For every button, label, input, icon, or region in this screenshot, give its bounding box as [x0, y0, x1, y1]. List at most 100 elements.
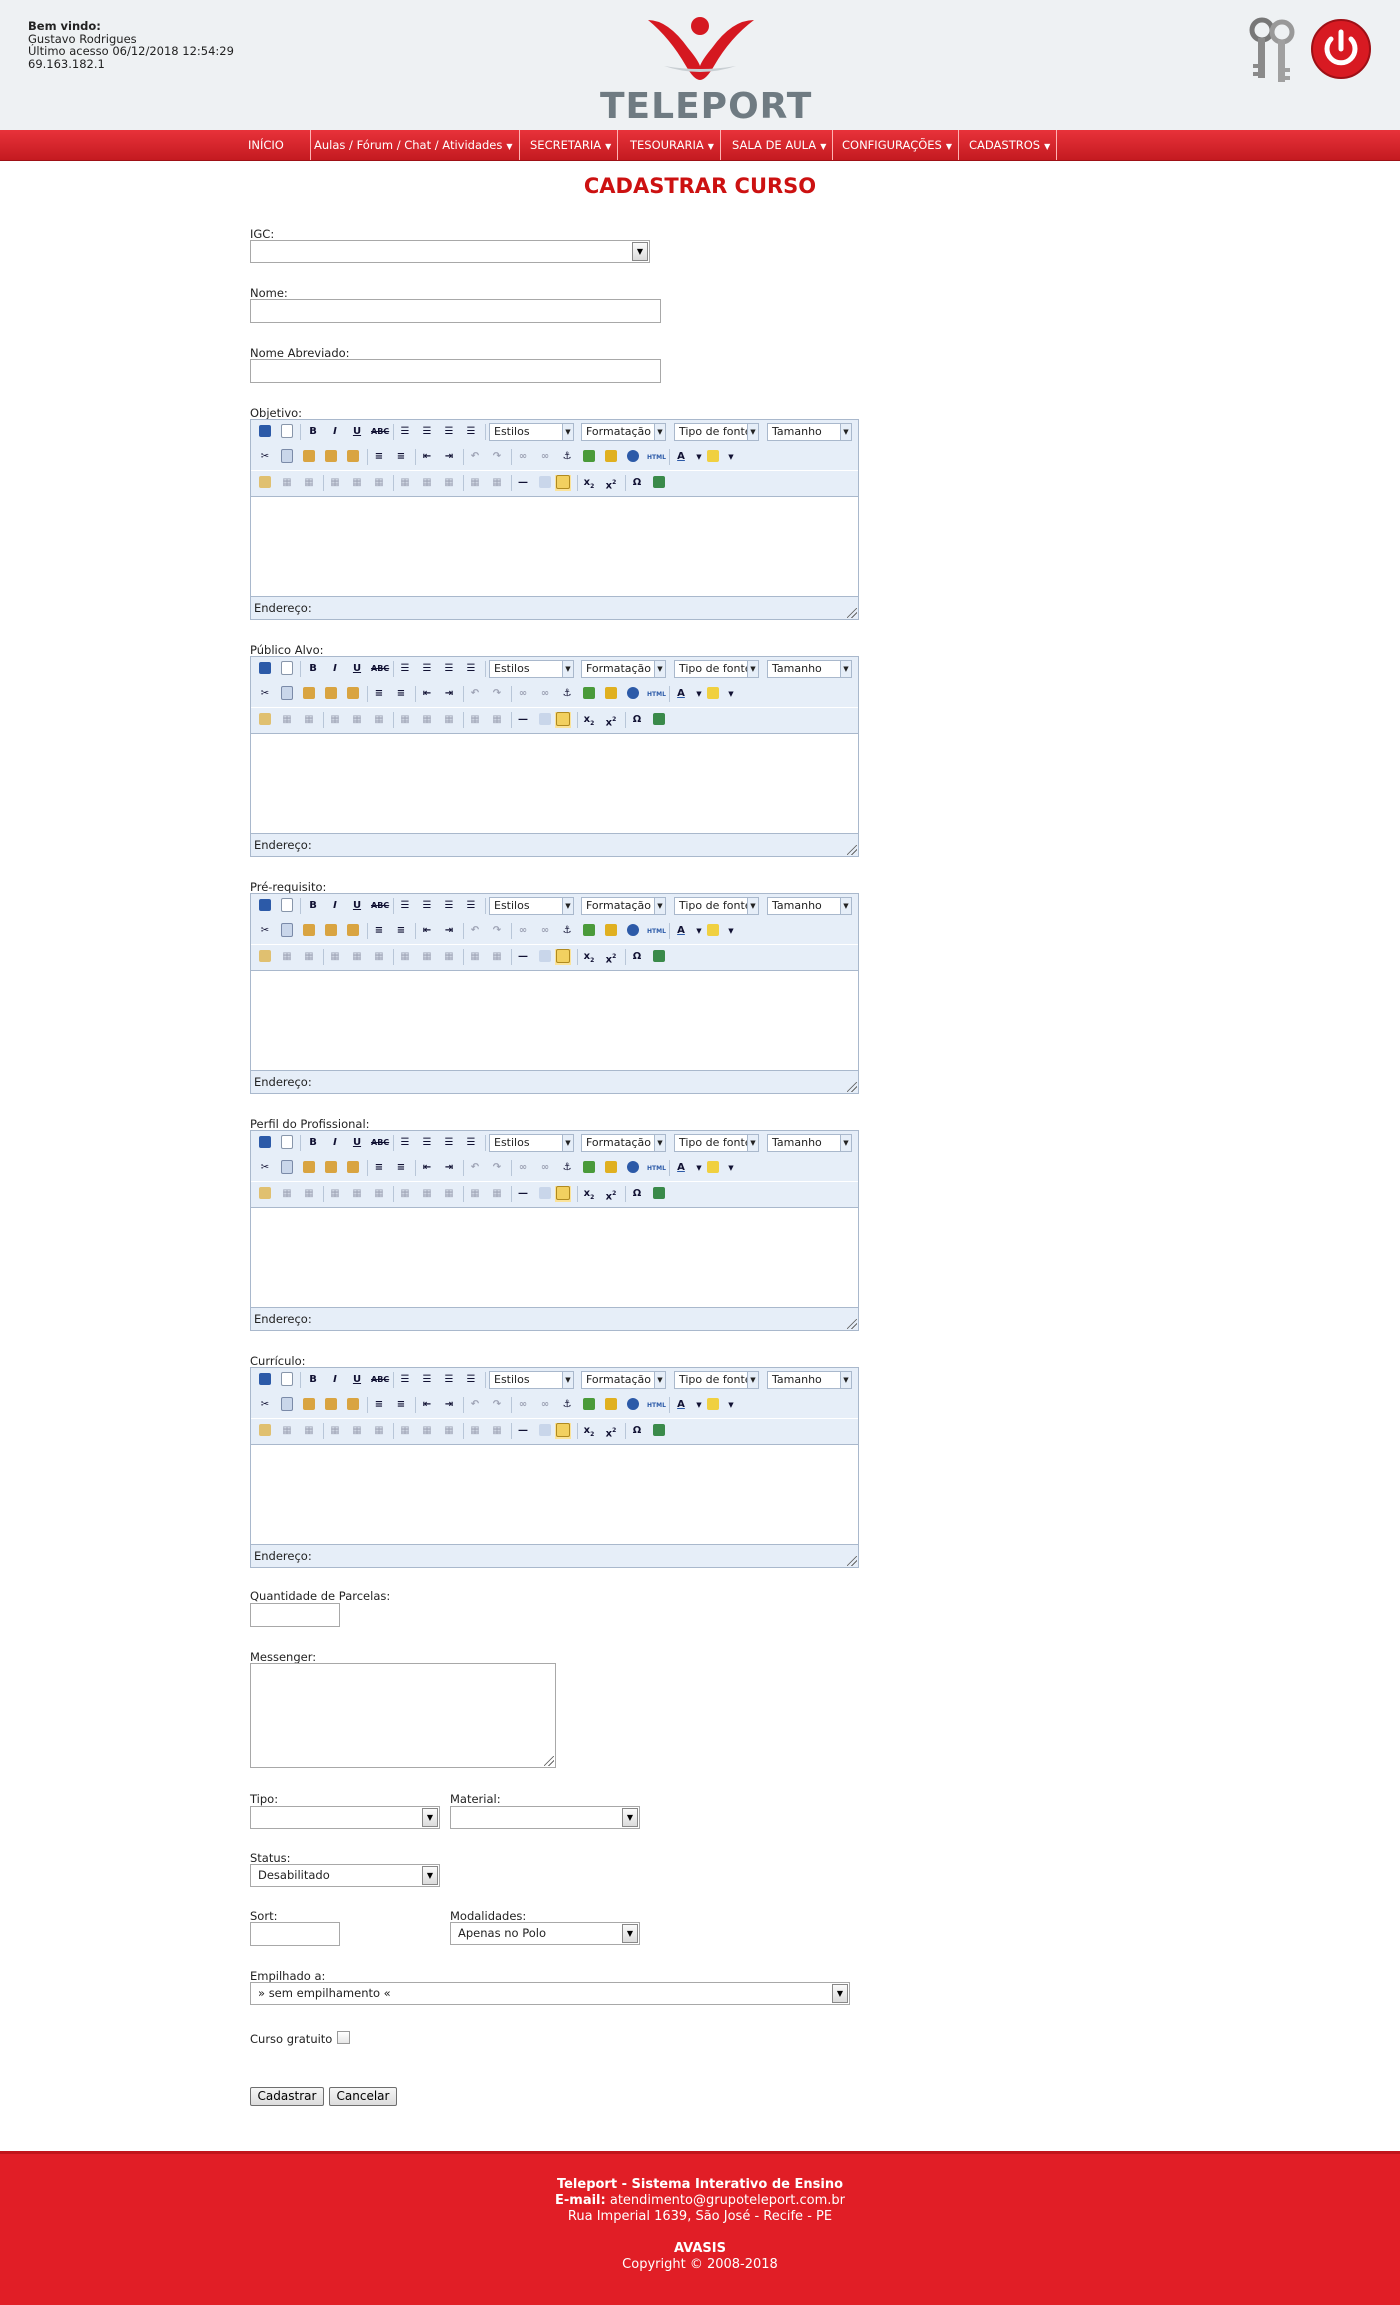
resize-grip-icon[interactable]: [847, 1319, 857, 1329]
save-icon[interactable]: [257, 1135, 273, 1151]
italic-icon[interactable]: I: [327, 661, 343, 677]
editor-content-area[interactable]: [251, 734, 858, 833]
nav-item-cadastros[interactable]: CADASTROS ▼: [963, 130, 1058, 160]
row-props-icon[interactable]: ▦: [371, 475, 387, 491]
underline-icon[interactable]: U: [349, 1135, 365, 1151]
merge-cells-icon[interactable]: ▦: [419, 475, 435, 491]
tamanho-select[interactable]: Tamanho ▼: [767, 1134, 852, 1152]
cadastrar-button[interactable]: Cadastrar: [250, 2087, 324, 2106]
tipo-select[interactable]: ▼: [250, 1806, 440, 1829]
redo-icon[interactable]: ↷: [489, 686, 505, 702]
align-center-icon[interactable]: ☰: [419, 1135, 435, 1151]
special-char-icon[interactable]: Ω: [629, 1423, 645, 1439]
row-props-icon[interactable]: ▦: [371, 1186, 387, 1202]
help-icon[interactable]: [625, 686, 641, 702]
paste-icon[interactable]: [301, 686, 317, 702]
subscript-icon[interactable]: x2: [581, 1186, 597, 1202]
horizontal-rule-icon[interactable]: —: [515, 949, 531, 965]
highlight-color-icon[interactable]: [705, 1160, 721, 1176]
insert-row-icon[interactable]: ▦: [279, 712, 295, 728]
remove-format-icon[interactable]: [537, 1423, 553, 1439]
save-icon[interactable]: [257, 898, 273, 914]
special-char-icon[interactable]: Ω: [629, 712, 645, 728]
table-icon[interactable]: [555, 475, 571, 491]
table-props-icon[interactable]: ▦: [327, 1423, 343, 1439]
editor-content-area[interactable]: [251, 971, 858, 1070]
anchor-icon[interactable]: ⚓: [559, 923, 575, 939]
empilhado-select[interactable]: » sem empilhamento « ▼: [250, 1982, 850, 2005]
editor-content-area[interactable]: [251, 1208, 858, 1307]
align-center-icon[interactable]: ☰: [419, 898, 435, 914]
delete-table-icon[interactable]: ▦: [489, 1423, 505, 1439]
copy-icon[interactable]: [279, 1160, 295, 1176]
redo-icon[interactable]: ↷: [489, 1160, 505, 1176]
insert-row-icon[interactable]: ▦: [279, 949, 295, 965]
superscript-icon[interactable]: x2: [603, 1186, 619, 1202]
cell-props-icon[interactable]: ▦: [349, 949, 365, 965]
resize-grip-icon[interactable]: [847, 1556, 857, 1566]
edit-css-icon[interactable]: [257, 475, 273, 491]
align-right-icon[interactable]: ☰: [441, 1372, 457, 1388]
edit-css-icon[interactable]: [257, 1186, 273, 1202]
html-source-icon[interactable]: HTML: [647, 1160, 666, 1176]
visual-aid-icon[interactable]: ▦: [467, 1186, 483, 1202]
logout-power-icon[interactable]: [1310, 18, 1372, 80]
formatacao-select[interactable]: Formatação ▼: [581, 423, 666, 441]
anchor-icon[interactable]: ⚓: [559, 449, 575, 465]
paste-word-icon[interactable]: [345, 923, 361, 939]
cleanup-icon[interactable]: [603, 1397, 619, 1413]
strikethrough-icon[interactable]: ABC: [371, 661, 389, 677]
tamanho-select[interactable]: Tamanho ▼: [767, 897, 852, 915]
paste-text-icon[interactable]: [323, 686, 339, 702]
edit-css-icon[interactable]: [257, 712, 273, 728]
highlight-color-icon[interactable]: [705, 686, 721, 702]
align-left-icon[interactable]: ☰: [397, 898, 413, 914]
resize-grip-icon[interactable]: [847, 1082, 857, 1092]
remove-format-icon[interactable]: [537, 949, 553, 965]
italic-icon[interactable]: I: [327, 424, 343, 440]
outdent-icon[interactable]: ⇤: [419, 449, 435, 465]
media-icon[interactable]: [651, 1186, 667, 1202]
formatacao-select[interactable]: Formatação ▼: [581, 897, 666, 915]
cell-props-icon[interactable]: ▦: [349, 1186, 365, 1202]
outdent-icon[interactable]: ⇤: [419, 923, 435, 939]
underline-icon[interactable]: U: [349, 661, 365, 677]
resize-grip-icon[interactable]: [847, 608, 857, 618]
superscript-icon[interactable]: x2: [603, 712, 619, 728]
align-right-icon[interactable]: ☰: [441, 898, 457, 914]
indent-icon[interactable]: ⇥: [441, 449, 457, 465]
redo-icon[interactable]: ↷: [489, 449, 505, 465]
strikethrough-icon[interactable]: ABC: [371, 1372, 389, 1388]
align-justify-icon[interactable]: ☰: [463, 898, 479, 914]
outdent-icon[interactable]: ⇤: [419, 686, 435, 702]
estilos-select[interactable]: Estilos ▼: [489, 1371, 574, 1389]
subscript-icon[interactable]: x2: [581, 712, 597, 728]
cell-props-icon[interactable]: ▦: [349, 475, 365, 491]
cell-props-icon[interactable]: ▦: [349, 1423, 365, 1439]
remove-format-icon[interactable]: [537, 712, 553, 728]
keys-icon[interactable]: [1244, 16, 1300, 86]
split-cells-icon[interactable]: ▦: [397, 475, 413, 491]
editor-content-area[interactable]: [251, 1445, 858, 1544]
subscript-icon[interactable]: x2: [581, 475, 597, 491]
unlink-icon[interactable]: ∞: [537, 923, 553, 939]
align-left-icon[interactable]: ☰: [397, 1135, 413, 1151]
delete-table-icon[interactable]: ▦: [489, 1186, 505, 1202]
outdent-icon[interactable]: ⇤: [419, 1397, 435, 1413]
align-right-icon[interactable]: ☰: [441, 661, 457, 677]
paste-word-icon[interactable]: [345, 1160, 361, 1176]
help-icon[interactable]: [625, 1397, 641, 1413]
row-props-icon[interactable]: ▦: [371, 712, 387, 728]
merge-cells-icon[interactable]: ▦: [419, 949, 435, 965]
highlight-color-icon[interactable]: [705, 449, 721, 465]
split-cells-icon[interactable]: ▦: [397, 1186, 413, 1202]
tipo-fonte-select[interactable]: Tipo de fonte ▼: [674, 423, 759, 441]
highlight-color-icon[interactable]: [705, 1397, 721, 1413]
nav-item-secretaria[interactable]: SECRETARIA ▼: [524, 130, 619, 160]
new-document-icon[interactable]: [279, 1372, 295, 1388]
delete-table-icon[interactable]: ▦: [489, 712, 505, 728]
paste-word-icon[interactable]: [345, 1397, 361, 1413]
table-props-icon[interactable]: ▦: [327, 712, 343, 728]
undo-icon[interactable]: ↶: [467, 1397, 483, 1413]
bullet-list-icon[interactable]: ≡: [371, 1160, 387, 1176]
